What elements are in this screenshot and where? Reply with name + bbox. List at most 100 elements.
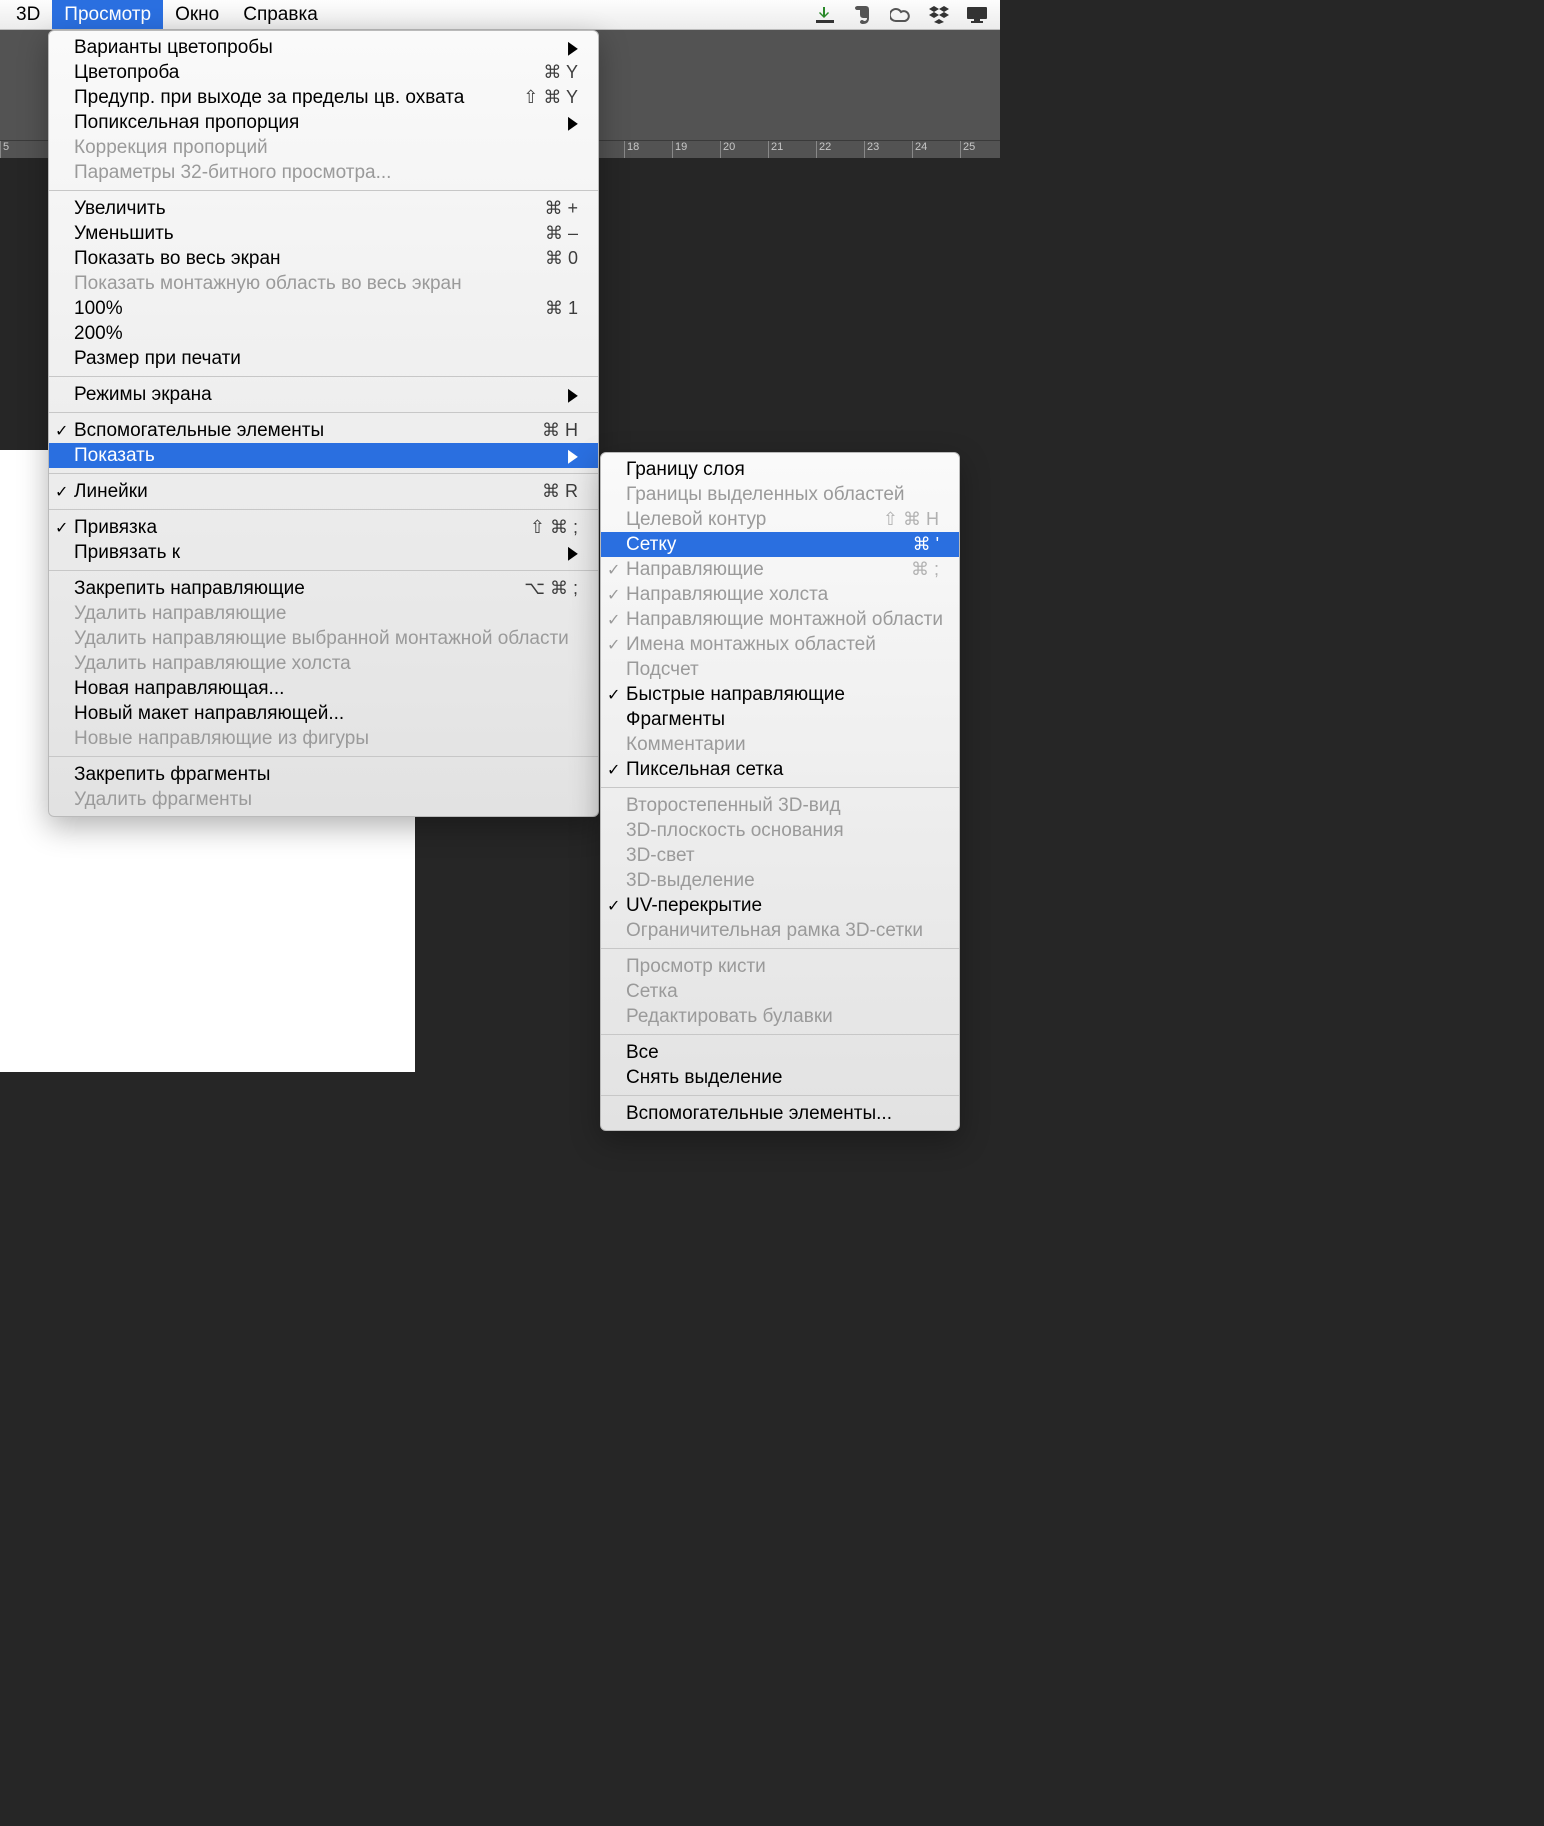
check-icon: ✓ xyxy=(607,610,620,630)
menu-item-label: Имена монтажных областей xyxy=(626,634,939,656)
show-submenu-item: Подсчет xyxy=(601,657,959,682)
view-menu-item[interactable]: Режимы экрана▶ xyxy=(49,382,598,407)
view-menu-item[interactable]: ✓Линейки⌘ R xyxy=(49,479,598,504)
submenu-arrow-icon: ▶ xyxy=(568,444,578,466)
view-menu-item[interactable]: 200% xyxy=(49,321,598,346)
view-menu-item: Удалить направляющие выбранной монтажной… xyxy=(49,626,598,651)
view-menu-item[interactable]: Попиксельная пропорция▶ xyxy=(49,110,598,135)
show-submenu-item[interactable]: Границу слоя xyxy=(601,457,959,482)
show-submenu-item: ✓ Имена монтажных областей xyxy=(601,632,959,657)
view-menu-item: Коррекция пропорций xyxy=(49,135,598,160)
shortcut-label: ⇧ ⌘ Y xyxy=(523,87,578,108)
show-submenu-item: Границы выделенных областей xyxy=(601,482,959,507)
view-menu-item[interactable]: Увеличить⌘ + xyxy=(49,196,598,221)
show-submenu-item[interactable]: ✓Пиксельная сетка xyxy=(601,757,959,782)
dropbox-icon[interactable] xyxy=(926,5,952,25)
ruler-tick: 18 xyxy=(624,141,672,158)
view-menu: Варианты цветопробы▶Цветопроба⌘ YПредупр… xyxy=(48,30,599,817)
show-submenu-item[interactable]: ✓Быстрые направляющие xyxy=(601,682,959,707)
menu-item-label: Новые направляющие из фигуры xyxy=(74,728,578,750)
show-submenu-item[interactable]: Снять выделение xyxy=(601,1065,959,1090)
view-menu-item[interactable]: Цветопроба⌘ Y xyxy=(49,60,598,85)
menu-item-label: Закрепить фрагменты xyxy=(74,764,578,786)
menu-item-label: 3D-плоскость основания xyxy=(626,820,939,842)
menu-item-label: Показать xyxy=(74,445,568,467)
shortcut-label: ⌘ Y xyxy=(543,62,578,83)
ruler-tick: 19 xyxy=(672,141,720,158)
menu-item-label: Предупр. при выходе за пределы цв. охват… xyxy=(74,87,523,109)
shortcut-label: ⌘ H xyxy=(542,420,578,441)
submenu-arrow-icon: ▶ xyxy=(568,383,578,405)
show-submenu-item[interactable]: Сетку⌘ ' xyxy=(601,532,959,557)
menu-item-label: Удалить направляющие xyxy=(74,603,578,625)
menu-item-label: Цветопроба xyxy=(74,62,543,84)
menu-separator xyxy=(49,756,598,757)
view-menu-item[interactable]: Варианты цветопробы▶ xyxy=(49,35,598,60)
submenu-arrow-icon: ▶ xyxy=(568,111,578,133)
view-menu-item[interactable]: 100%⌘ 1 xyxy=(49,296,598,321)
view-menu-item[interactable]: Уменьшить⌘ – xyxy=(49,221,598,246)
menubar-item-просмотр[interactable]: Просмотр xyxy=(52,0,163,29)
menu-separator xyxy=(601,1095,959,1096)
menu-separator xyxy=(49,509,598,510)
shortcut-label: ⇧ ⌘ ; xyxy=(530,517,578,538)
shortcut-label: ⌘ – xyxy=(545,223,578,244)
view-menu-item[interactable]: Привязать к▶ xyxy=(49,540,598,565)
view-menu-item[interactable]: Новая направляющая... xyxy=(49,676,598,701)
evernote-icon[interactable] xyxy=(850,5,876,25)
menu-separator xyxy=(49,570,598,571)
show-submenu-item: Второстепенный 3D-вид xyxy=(601,793,959,818)
show-submenu-item[interactable]: Вспомогательные элементы... xyxy=(601,1101,959,1126)
view-menu-item: Параметры 32-битного просмотра... xyxy=(49,160,598,185)
download-icon[interactable] xyxy=(812,5,838,25)
menu-item-label: Все xyxy=(626,1042,939,1064)
show-submenu-item: Ограничительная рамка 3D-сетки xyxy=(601,918,959,943)
menu-item-label: Новый макет направляющей... xyxy=(74,703,578,725)
shortcut-label: ⌘ R xyxy=(542,481,578,502)
show-submenu-item: Целевой контур⇧ ⌘ H xyxy=(601,507,959,532)
cc-icon[interactable] xyxy=(888,5,914,25)
show-submenu: Границу слояГраницы выделенных областейЦ… xyxy=(600,452,960,1131)
view-menu-item[interactable]: Размер при печати xyxy=(49,346,598,371)
check-icon: ✓ xyxy=(607,635,620,655)
view-menu-item[interactable]: ✓Вспомогательные элементы⌘ H xyxy=(49,418,598,443)
check-icon: ✓ xyxy=(607,560,620,580)
view-menu-item[interactable]: Новый макет направляющей... xyxy=(49,701,598,726)
menu-item-label: Варианты цветопробы xyxy=(74,37,568,59)
menu-item-label: Направляющие монтажной области xyxy=(626,609,943,631)
menu-item-label: Ограничительная рамка 3D-сетки xyxy=(626,920,939,942)
shortcut-label: ⇧ ⌘ H xyxy=(883,509,939,530)
show-submenu-item: 3D-плоскость основания xyxy=(601,818,959,843)
view-menu-item[interactable]: Закрепить фрагменты xyxy=(49,762,598,787)
show-submenu-item[interactable]: Все xyxy=(601,1040,959,1065)
show-submenu-item[interactable]: Фрагменты xyxy=(601,707,959,732)
show-submenu-item[interactable]: ✓UV-перекрытие xyxy=(601,893,959,918)
menubar-item-окно[interactable]: Окно xyxy=(163,0,231,29)
view-menu-item[interactable]: Предупр. при выходе за пределы цв. охват… xyxy=(49,85,598,110)
menu-item-label: Границы выделенных областей xyxy=(626,484,939,506)
ruler-tick: 21 xyxy=(768,141,816,158)
menu-item-label: Показать во весь экран xyxy=(74,248,545,270)
view-menu-item[interactable]: Показать во весь экран⌘ 0 xyxy=(49,246,598,271)
menu-item-label: Редактировать булавки xyxy=(626,1006,939,1028)
view-menu-item[interactable]: ✓Привязка⇧ ⌘ ; xyxy=(49,515,598,540)
menubar-item-справка[interactable]: Справка xyxy=(231,0,330,29)
view-menu-item: Удалить направляющие xyxy=(49,601,598,626)
display-icon[interactable] xyxy=(964,5,990,25)
view-menu-item[interactable]: Показать▶ xyxy=(49,443,598,468)
check-icon: ✓ xyxy=(55,518,68,538)
view-menu-item[interactable]: Закрепить направляющие⌥ ⌘ ; xyxy=(49,576,598,601)
menubar-item-3d[interactable]: 3D xyxy=(4,0,52,29)
menu-item-label: Удалить направляющие холста xyxy=(74,653,578,675)
view-menu-item: Удалить направляющие холста xyxy=(49,651,598,676)
menu-separator xyxy=(601,1034,959,1035)
menu-item-label: Быстрые направляющие xyxy=(626,684,939,706)
show-submenu-item: Редактировать булавки xyxy=(601,1004,959,1029)
menu-item-label: 3D-выделение xyxy=(626,870,939,892)
menu-item-label: 100% xyxy=(74,298,545,320)
shortcut-label: ⌘ + xyxy=(544,198,578,219)
menu-separator xyxy=(49,412,598,413)
menu-item-label: Линейки xyxy=(74,481,542,503)
menu-item-label: Фрагменты xyxy=(626,709,939,731)
shortcut-label: ⌥ ⌘ ; xyxy=(524,578,578,599)
